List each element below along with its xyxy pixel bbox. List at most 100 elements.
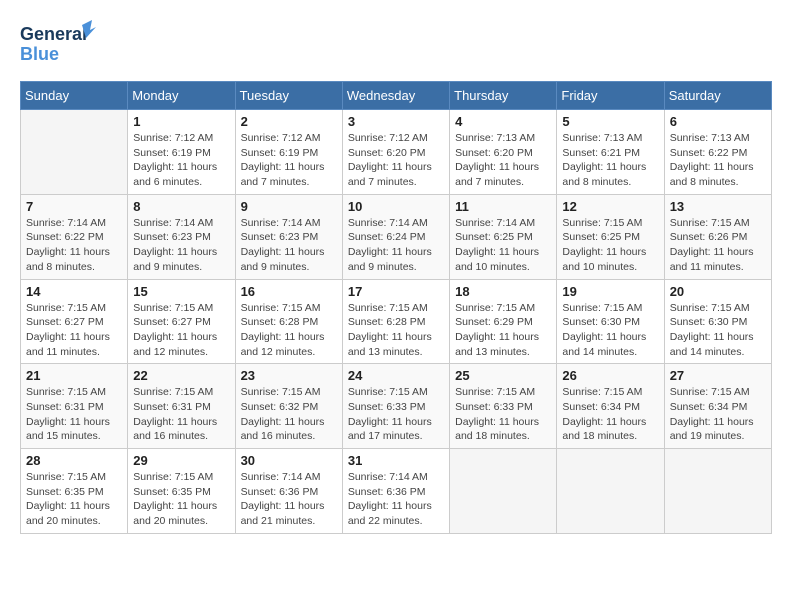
day-info: Sunrise: 7:15 AM Sunset: 6:35 PM Dayligh… [26,470,122,529]
calendar-cell: 24 Sunrise: 7:15 AM Sunset: 6:33 PM Dayli… [342,364,449,449]
calendar-cell: 18 Sunrise: 7:15 AM Sunset: 6:29 PM Dayli… [450,279,557,364]
calendar-cell [664,449,771,534]
calendar-week-row: 7 Sunrise: 7:14 AM Sunset: 6:22 PM Daylig… [21,194,772,279]
day-info: Sunrise: 7:15 AM Sunset: 6:33 PM Dayligh… [455,385,551,444]
calendar-cell: 9 Sunrise: 7:14 AM Sunset: 6:23 PM Daylig… [235,194,342,279]
day-info: Sunrise: 7:15 AM Sunset: 6:31 PM Dayligh… [26,385,122,444]
calendar-cell: 4 Sunrise: 7:13 AM Sunset: 6:20 PM Daylig… [450,110,557,195]
day-number: 1 [133,114,229,129]
calendar-cell: 1Sunrise: 7:12 AM Sunset: 6:19 PM Daylig… [128,110,235,195]
day-number: 22 [133,368,229,383]
calendar-header-row: SundayMondayTuesdayWednesdayThursdayFrid… [21,82,772,110]
column-header-wednesday: Wednesday [342,82,449,110]
day-info: Sunrise: 7:15 AM Sunset: 6:25 PM Dayligh… [562,216,658,275]
day-info: Sunrise: 7:15 AM Sunset: 6:30 PM Dayligh… [670,301,766,360]
day-info: Sunrise: 7:14 AM Sunset: 6:24 PM Dayligh… [348,216,444,275]
day-number: 29 [133,453,229,468]
day-info: Sunrise: 7:14 AM Sunset: 6:23 PM Dayligh… [133,216,229,275]
day-number: 23 [241,368,337,383]
day-number: 18 [455,284,551,299]
column-header-tuesday: Tuesday [235,82,342,110]
day-info: Sunrise: 7:14 AM Sunset: 6:36 PM Dayligh… [241,470,337,529]
calendar-cell: 23Sunrise: 7:15 AM Sunset: 6:32 PM Dayli… [235,364,342,449]
calendar-cell: 6 Sunrise: 7:13 AM Sunset: 6:22 PM Daylig… [664,110,771,195]
day-number: 5 [562,114,658,129]
day-info: Sunrise: 7:12 AM Sunset: 6:19 PM Dayligh… [241,131,337,190]
day-number: 24 [348,368,444,383]
calendar-cell: 11Sunrise: 7:14 AM Sunset: 6:25 PM Dayli… [450,194,557,279]
column-header-sunday: Sunday [21,82,128,110]
calendar-table: SundayMondayTuesdayWednesdayThursdayFrid… [20,81,772,534]
logo: GeneralBlue [20,20,100,65]
calendar-cell: 12 Sunrise: 7:15 AM Sunset: 6:25 PM Dayli… [557,194,664,279]
day-info: Sunrise: 7:14 AM Sunset: 6:23 PM Dayligh… [241,216,337,275]
day-number: 20 [670,284,766,299]
day-info: Sunrise: 7:14 AM Sunset: 6:25 PM Dayligh… [455,216,551,275]
calendar-cell: 13 Sunrise: 7:15 AM Sunset: 6:26 PM Dayli… [664,194,771,279]
calendar-cell: 27Sunrise: 7:15 AM Sunset: 6:34 PM Dayli… [664,364,771,449]
day-info: Sunrise: 7:15 AM Sunset: 6:35 PM Dayligh… [133,470,229,529]
calendar-cell: 3Sunrise: 7:12 AM Sunset: 6:20 PM Daylig… [342,110,449,195]
day-number: 10 [348,199,444,214]
day-number: 15 [133,284,229,299]
calendar-cell: 16 Sunrise: 7:15 AM Sunset: 6:28 PM Dayli… [235,279,342,364]
day-number: 7 [26,199,122,214]
day-number: 16 [241,284,337,299]
day-number: 8 [133,199,229,214]
day-info: Sunrise: 7:15 AM Sunset: 6:28 PM Dayligh… [241,301,337,360]
day-info: Sunrise: 7:15 AM Sunset: 6:34 PM Dayligh… [670,385,766,444]
calendar-cell: 29 Sunrise: 7:15 AM Sunset: 6:35 PM Dayli… [128,449,235,534]
column-header-monday: Monday [128,82,235,110]
calendar-cell: 31 Sunrise: 7:14 AM Sunset: 6:36 PM Dayli… [342,449,449,534]
calendar-cell: 26 Sunrise: 7:15 AM Sunset: 6:34 PM Dayli… [557,364,664,449]
day-info: Sunrise: 7:15 AM Sunset: 6:27 PM Dayligh… [26,301,122,360]
day-info: Sunrise: 7:15 AM Sunset: 6:27 PM Dayligh… [133,301,229,360]
day-number: 6 [670,114,766,129]
day-number: 2 [241,114,337,129]
day-number: 31 [348,453,444,468]
day-number: 13 [670,199,766,214]
day-number: 3 [348,114,444,129]
day-info: Sunrise: 7:13 AM Sunset: 6:22 PM Dayligh… [670,131,766,190]
day-number: 26 [562,368,658,383]
day-info: Sunrise: 7:15 AM Sunset: 6:26 PM Dayligh… [670,216,766,275]
calendar-cell [21,110,128,195]
day-info: Sunrise: 7:14 AM Sunset: 6:22 PM Dayligh… [26,216,122,275]
calendar-cell: 25Sunrise: 7:15 AM Sunset: 6:33 PM Dayli… [450,364,557,449]
day-number: 9 [241,199,337,214]
day-number: 4 [455,114,551,129]
calendar-cell: 28 Sunrise: 7:15 AM Sunset: 6:35 PM Dayli… [21,449,128,534]
day-info: Sunrise: 7:13 AM Sunset: 6:21 PM Dayligh… [562,131,658,190]
calendar-cell: 22Sunrise: 7:15 AM Sunset: 6:31 PM Dayli… [128,364,235,449]
day-info: Sunrise: 7:15 AM Sunset: 6:34 PM Dayligh… [562,385,658,444]
day-number: 12 [562,199,658,214]
day-info: Sunrise: 7:15 AM Sunset: 6:28 PM Dayligh… [348,301,444,360]
calendar-cell [450,449,557,534]
calendar-week-row: 1 Sunrise: 7:12 AM Sunset: 6:19 PM Daylig… [21,110,772,195]
day-number: 17 [348,284,444,299]
column-header-thursday: Thursday [450,82,557,110]
calendar-cell: 10 Sunrise: 7:14 AM Sunset: 6:24 PM Dayli… [342,194,449,279]
svg-text:Blue: Blue [20,44,59,64]
day-info: Sunrise: 7:13 AM Sunset: 6:20 PM Dayligh… [455,131,551,190]
calendar-cell: 17 Sunrise: 7:15 AM Sunset: 6:28 PM Dayli… [342,279,449,364]
svg-text:General: General [20,24,87,44]
calendar-cell: 19Sunrise: 7:15 AM Sunset: 6:30 PM Dayli… [557,279,664,364]
day-number: 28 [26,453,122,468]
day-number: 19 [562,284,658,299]
calendar-cell [557,449,664,534]
calendar-cell: 5 Sunrise: 7:13 AM Sunset: 6:21 PM Daylig… [557,110,664,195]
calendar-cell: 21Sunrise: 7:15 AM Sunset: 6:31 PM Dayli… [21,364,128,449]
page-header: GeneralBlue [20,20,772,65]
calendar-week-row: 28 Sunrise: 7:15 AM Sunset: 6:35 PM Dayli… [21,449,772,534]
day-info: Sunrise: 7:15 AM Sunset: 6:29 PM Dayligh… [455,301,551,360]
calendar-week-row: 21Sunrise: 7:15 AM Sunset: 6:31 PM Dayli… [21,364,772,449]
calendar-cell: 8 Sunrise: 7:14 AM Sunset: 6:23 PM Daylig… [128,194,235,279]
calendar-cell: 20 Sunrise: 7:15 AM Sunset: 6:30 PM Dayli… [664,279,771,364]
day-info: Sunrise: 7:15 AM Sunset: 6:33 PM Dayligh… [348,385,444,444]
day-number: 30 [241,453,337,468]
column-header-saturday: Saturday [664,82,771,110]
calendar-cell: 7 Sunrise: 7:14 AM Sunset: 6:22 PM Daylig… [21,194,128,279]
calendar-cell: 30 Sunrise: 7:14 AM Sunset: 6:36 PM Dayli… [235,449,342,534]
day-info: Sunrise: 7:14 AM Sunset: 6:36 PM Dayligh… [348,470,444,529]
